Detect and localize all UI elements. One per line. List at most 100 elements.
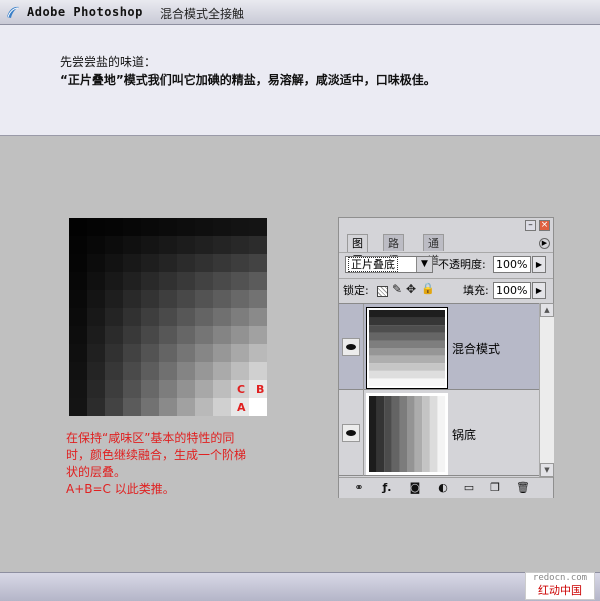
thumb-stripe xyxy=(369,332,445,341)
grid-cell xyxy=(249,236,267,255)
lock-paint-icon[interactable]: ✎ xyxy=(392,283,402,295)
layers-scrollbar[interactable]: ▲ ▼ xyxy=(539,303,554,477)
label-a: A xyxy=(237,401,246,414)
grid-cell xyxy=(249,308,267,327)
close-button[interactable]: × xyxy=(539,220,550,231)
lock-move-icon[interactable]: ✥ xyxy=(406,283,416,295)
grid-cell xyxy=(231,218,250,237)
blend-mode-value: 正片叠底 xyxy=(348,257,398,272)
footer-bar xyxy=(0,572,600,601)
caption-line: A+B=C 以此类推。 xyxy=(66,482,175,496)
label-c: C xyxy=(237,383,246,396)
scroll-down-icon[interactable]: ▼ xyxy=(540,463,554,477)
thumb-stripe xyxy=(369,370,445,379)
title-bar: Adobe Photoshop 混合模式全接触 xyxy=(0,0,600,25)
grid-cell xyxy=(231,308,250,327)
grid-cell xyxy=(249,290,267,309)
scroll-up-icon[interactable]: ▲ xyxy=(540,303,554,317)
layer-name: 锅底 xyxy=(452,428,477,442)
opacity-input[interactable]: 100% xyxy=(493,256,531,273)
lock-label: 锁定: xyxy=(343,284,369,297)
adjustment-icon[interactable]: ◐ xyxy=(435,481,451,495)
thumb-stripe xyxy=(369,396,377,472)
thumb-stripe xyxy=(437,396,446,472)
grid-cell xyxy=(249,326,267,345)
thumb-stripe xyxy=(399,396,408,472)
layer-name: 混合模式 xyxy=(452,342,501,356)
layers-list: 混合模式 锅底 xyxy=(339,303,539,478)
thumb-stripe xyxy=(369,317,445,326)
new-layer-icon[interactable]: ❐ xyxy=(487,481,503,495)
watermark: redocn.com 红动中国 xyxy=(525,572,595,600)
layer-row-blend-mode[interactable]: 混合模式 xyxy=(339,304,539,390)
fill-label: 填充: xyxy=(463,284,489,297)
caption-line: 时，颜色继续融合，生成一个阶梯 xyxy=(66,448,247,462)
folder-icon[interactable]: ▭ xyxy=(461,481,477,495)
eye-icon[interactable] xyxy=(342,338,360,356)
opacity-arrow-icon[interactable]: ▶ xyxy=(532,256,546,273)
watermark-name: 红动中国 xyxy=(538,584,582,597)
thumb-stripe xyxy=(384,396,392,472)
thumb-stripe xyxy=(369,378,445,387)
tab-layers[interactable]: 图层 xyxy=(347,234,368,267)
layer-row-base[interactable]: 锅底 xyxy=(339,390,539,476)
layers-toolbar: ⚭ ƒ. ◙ ◐ ▭ ❐ 🗑 xyxy=(339,477,553,498)
layer-style-icon[interactable]: ƒ. xyxy=(379,481,395,495)
photoshop-logo-icon xyxy=(7,6,19,18)
tab-paths[interactable]: 路径 xyxy=(383,234,404,267)
grid-cell xyxy=(249,254,267,273)
layer-thumbnail xyxy=(366,307,448,389)
blend-mode-select[interactable]: 正片叠底 ▼ xyxy=(345,256,433,273)
grid-cell xyxy=(249,272,267,291)
layers-panel: – × 图层 路径 通道 ▶ 正片叠底 ▼ 不透明度: 100% ▶ 锁定: ✎… xyxy=(338,217,554,498)
thumb-stripe xyxy=(369,310,445,318)
grid-cell xyxy=(231,362,250,381)
app-title: Adobe Photoshop xyxy=(27,5,143,19)
panel-menu-icon[interactable]: ▶ xyxy=(539,238,550,249)
lock-transparency-icon[interactable] xyxy=(377,286,388,297)
mask-icon[interactable]: ◙ xyxy=(407,481,423,495)
fill-input[interactable]: 100% xyxy=(493,282,531,299)
caption-line: 在保持“咸味区”基本的特性的同 xyxy=(66,431,235,445)
chevron-down-icon[interactable]: ▼ xyxy=(416,257,432,272)
thumb-stripe xyxy=(429,396,438,472)
grid-cell xyxy=(231,272,250,291)
lock-all-icon[interactable]: 🔒 xyxy=(421,283,435,294)
link-icon[interactable]: ⚭ xyxy=(351,481,367,495)
intro-panel: 先尝尝盐的味道： “正片叠地”模式我们叫它加碘的精盐，易溶解，咸淡适中，口味极佳… xyxy=(0,25,600,136)
grid-cell xyxy=(231,254,250,273)
thumb-stripe xyxy=(376,396,385,472)
lock-row: 锁定: ✎ ✥ 🔒 填充: 100% ▶ xyxy=(339,278,553,303)
trash-icon[interactable]: 🗑 xyxy=(515,481,531,495)
grid-cell xyxy=(231,344,250,363)
grid-overlay xyxy=(69,218,231,416)
grid-cell xyxy=(249,398,267,416)
label-b: B xyxy=(256,383,265,396)
fill-arrow-icon[interactable]: ▶ xyxy=(532,282,546,299)
thumb-stripe xyxy=(391,396,400,472)
intro-line-1: 先尝尝盐的味道： xyxy=(60,55,157,69)
thumb-stripe xyxy=(407,396,415,472)
grid-cell xyxy=(249,344,267,363)
minimize-button[interactable]: – xyxy=(525,220,536,231)
opacity-label: 不透明度: xyxy=(438,258,486,271)
eye-icon[interactable] xyxy=(342,424,360,442)
tab-channels[interactable]: 通道 xyxy=(423,234,444,267)
thumb-stripe xyxy=(369,355,445,364)
thumb-stripe xyxy=(414,396,423,472)
grid-cell xyxy=(231,236,250,255)
thumb-stripe xyxy=(369,348,445,356)
thumb-stripe xyxy=(369,325,445,333)
layer-thumbnail xyxy=(366,393,448,475)
article-title: 混合模式全接触 xyxy=(160,7,245,21)
thumb-stripe xyxy=(369,363,445,371)
blend-row: 正片叠底 ▼ 不透明度: 100% ▶ xyxy=(339,252,553,277)
caption-text: 在保持“咸味区”基本的特性的同 时，颜色继续融合，生成一个阶梯 状的层叠。 A+… xyxy=(66,430,286,498)
thumb-stripe xyxy=(369,340,445,349)
thumb-stripe xyxy=(422,396,430,472)
watermark-url: redocn.com xyxy=(532,573,588,583)
caption-line: 状的层叠。 xyxy=(66,465,127,479)
grid-cell xyxy=(231,290,250,309)
intro-line-2: “正片叠地”模式我们叫它加碘的精盐，易溶解，咸淡适中，口味极佳。 xyxy=(60,73,436,87)
grid-cell xyxy=(231,326,250,345)
